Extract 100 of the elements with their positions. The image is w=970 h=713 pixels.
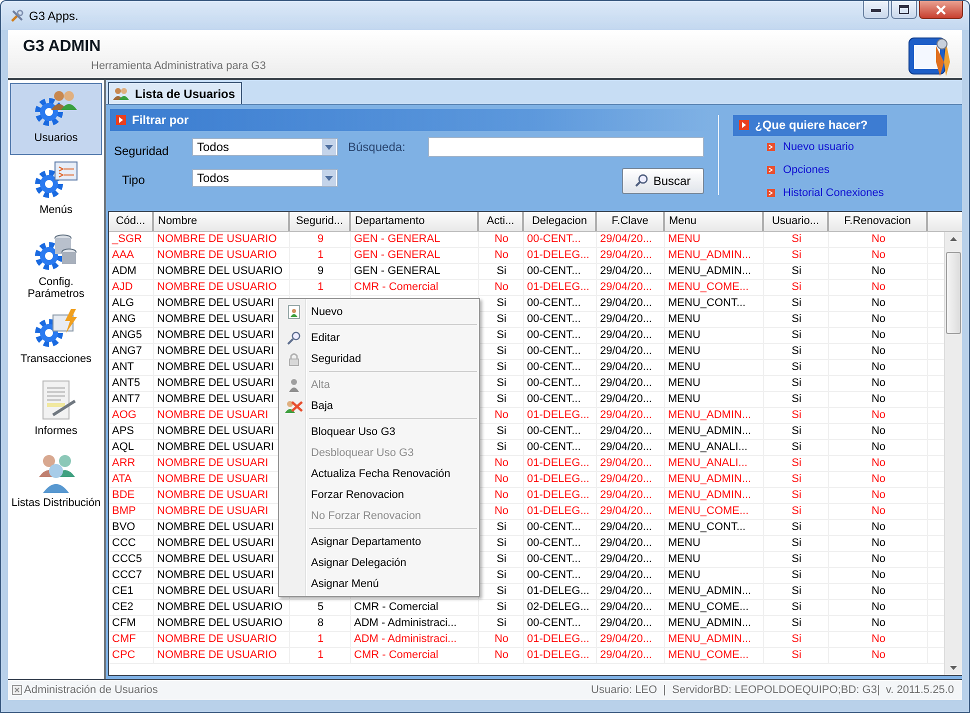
table-cell: No	[829, 328, 928, 343]
minimize-button[interactable]	[863, 1, 889, 19]
column-header[interactable]: F.Clave	[597, 212, 665, 231]
table-row[interactable]: _SGR NOMBRE DE USUARIO 9 GEN - GENERAL No 00-CENT... 29/04/20... MENU Si No	[109, 232, 944, 248]
table-cell: No	[829, 248, 928, 263]
sidebar-item[interactable]: Transacciones	[10, 304, 102, 376]
table-cell: MENU_CONT...	[665, 296, 764, 311]
sidebar-item[interactable]: Informes	[10, 376, 102, 448]
table-cell: Si	[764, 440, 829, 455]
column-header[interactable]: Nombre	[154, 212, 290, 231]
window-title: G3 Apps.	[29, 8, 78, 22]
table-cell: NOMBRE DEL USUARIO	[154, 264, 290, 279]
table-cell: MENU_ADMIN...	[665, 408, 764, 423]
table-cell: GEN - GENERAL	[351, 232, 479, 247]
table-row[interactable]: AAA NOMBRE DE USUARIO 1 GEN - GENERAL No 01-DELEG... 29/04/20... MENU_ADMIN... Si No	[109, 248, 944, 264]
column-header[interactable]: Delegacion	[524, 212, 597, 231]
table-cell: NOMBRE DE USUARIO	[154, 632, 290, 647]
bullet-icon	[767, 188, 775, 197]
table-cell: AAA	[109, 248, 154, 263]
table-cell: 00-CENT...	[524, 264, 597, 279]
search-button[interactable]: Buscar	[622, 168, 704, 194]
column-header[interactable]: Departamento	[351, 212, 479, 231]
table-cell: MENU	[665, 312, 764, 327]
field-label: Tipo	[121, 172, 146, 186]
table-cell: No	[829, 296, 928, 311]
table-cell: 29/04/20...	[597, 232, 665, 247]
table-cell: No	[829, 552, 928, 567]
table-cell: No	[829, 344, 928, 359]
table-row[interactable]: AJD NOMBRE DE USUARIO 1 CMR - Comercial No 01-DELEG... 29/04/20... MENU_COME... Si No	[109, 280, 944, 296]
table-row[interactable]: CMF NOMBRE DE USUARIO 1 ADM - Administraci... No 01-DELEG... 29/04/20... MENU_ADMIN... Si No	[109, 632, 944, 648]
action-link[interactable]: Nuevo usuario	[783, 141, 854, 154]
table-cell: MENU_ADMIN...	[665, 248, 764, 263]
app-title: G3 ADMIN	[23, 38, 102, 56]
table-cell: Si	[764, 344, 829, 359]
action-link[interactable]: Opciones	[783, 164, 830, 176]
column-header[interactable]: Cód...	[109, 212, 154, 231]
table-cell: 00-CENT...	[524, 552, 597, 567]
column-header[interactable]: Usuario...	[764, 212, 829, 231]
table-row[interactable]: CE2 NOMBRE DEL USUARIO 5 CMR - Comercial Si 02-DELEG... 29/04/20... MENU_COME... Si No	[109, 600, 944, 616]
table-cell: GEN - GENERAL	[351, 248, 479, 263]
tab[interactable]: Lista de Usuarios	[108, 82, 242, 104]
table-cell: No	[829, 632, 928, 647]
table-cell: Si	[764, 536, 829, 551]
table-cell: No	[479, 232, 524, 247]
table-cell: 29/04/20...	[597, 472, 665, 487]
table-cell: 00-CENT...	[524, 616, 597, 631]
close-button[interactable]	[919, 1, 963, 19]
table-cell: 00-CENT...	[524, 376, 597, 391]
table-cell: BVO	[109, 520, 154, 535]
table-cell: No	[829, 504, 928, 519]
table-cell: MENU_COME...	[665, 280, 764, 295]
table-row[interactable]: CPC NOMBRE DE USUARIO 1 CMR - Comercial No 01-DELEG... 29/04/20... MENU_COME... Si No	[109, 648, 944, 664]
table-cell: CMR - Comercial	[351, 280, 479, 295]
dropdown[interactable]: Todos	[192, 168, 338, 186]
column-header[interactable]: F.Renovacion	[829, 212, 928, 231]
table-cell: 29/04/20...	[597, 584, 665, 599]
new-user-icon	[288, 304, 300, 318]
table-cell: ADM - Administraci...	[351, 632, 479, 647]
sidebar-item[interactable]: Menús	[10, 155, 102, 227]
table-cell: 8	[290, 616, 351, 631]
scrollbar-thumb[interactable]	[946, 252, 961, 334]
table-cell: 29/04/20...	[597, 328, 665, 343]
table-cell: AOG	[109, 408, 154, 423]
table-cell: Si	[479, 616, 524, 631]
search-field[interactable]	[428, 136, 704, 156]
table-cell: Si	[764, 456, 829, 471]
column-header[interactable]: Segurid...	[290, 212, 351, 231]
table-cell: No	[829, 600, 928, 615]
table-row[interactable]: ADM NOMBRE DEL USUARIO 9 GEN - GENERAL Si 00-CENT... 29/04/20... MENU_ADMIN... Si No	[109, 264, 944, 280]
table-cell: MENU_ADMIN...	[665, 632, 764, 647]
table-cell: ARR	[109, 456, 154, 471]
table-cell: 1	[290, 648, 351, 663]
table-cell: 00-CENT...	[524, 296, 597, 311]
sidebar-item[interactable]: Usuarios	[10, 83, 102, 155]
table-cell: Si	[764, 616, 829, 631]
action-link[interactable]: Historial Conexiones	[783, 186, 884, 199]
table-cell: No	[829, 232, 928, 247]
table-cell: No	[829, 408, 928, 423]
maximize-button[interactable]	[891, 1, 917, 19]
table-row[interactable]: CFM NOMBRE DEL USUARIO 8 ADM - Administraci... Si 00-CENT... 29/04/20... MENU_ADMIN... Si No	[109, 616, 944, 632]
table-cell: 00-CENT...	[524, 392, 597, 407]
column-header[interactable]: Menu	[665, 212, 764, 231]
table-cell: 29/04/20...	[597, 600, 665, 615]
table-cell: MENU_COME...	[665, 648, 764, 663]
table-cell: 29/04/20...	[597, 344, 665, 359]
column-header[interactable]: Acti...	[479, 212, 524, 231]
minimize-icon	[871, 8, 881, 12]
table-cell: 00-CENT...	[524, 520, 597, 535]
table-cell: MENU	[665, 536, 764, 551]
table-cell: No	[829, 568, 928, 583]
table-cell: 01-DELEG...	[524, 456, 597, 471]
table-cell: 29/04/20...	[597, 440, 665, 455]
sidebar-item[interactable]: Config. Parámetros	[10, 227, 102, 304]
table-cell: CE1	[109, 584, 154, 599]
user-icon	[289, 378, 299, 392]
dropdown[interactable]: Todos	[192, 138, 338, 156]
table-cell: ANG5	[109, 328, 154, 343]
table-cell: NOMBRE DE USUARIO	[154, 648, 290, 663]
sidebar-item[interactable]: Listas Distribución	[10, 448, 102, 520]
search-icon	[635, 174, 648, 187]
